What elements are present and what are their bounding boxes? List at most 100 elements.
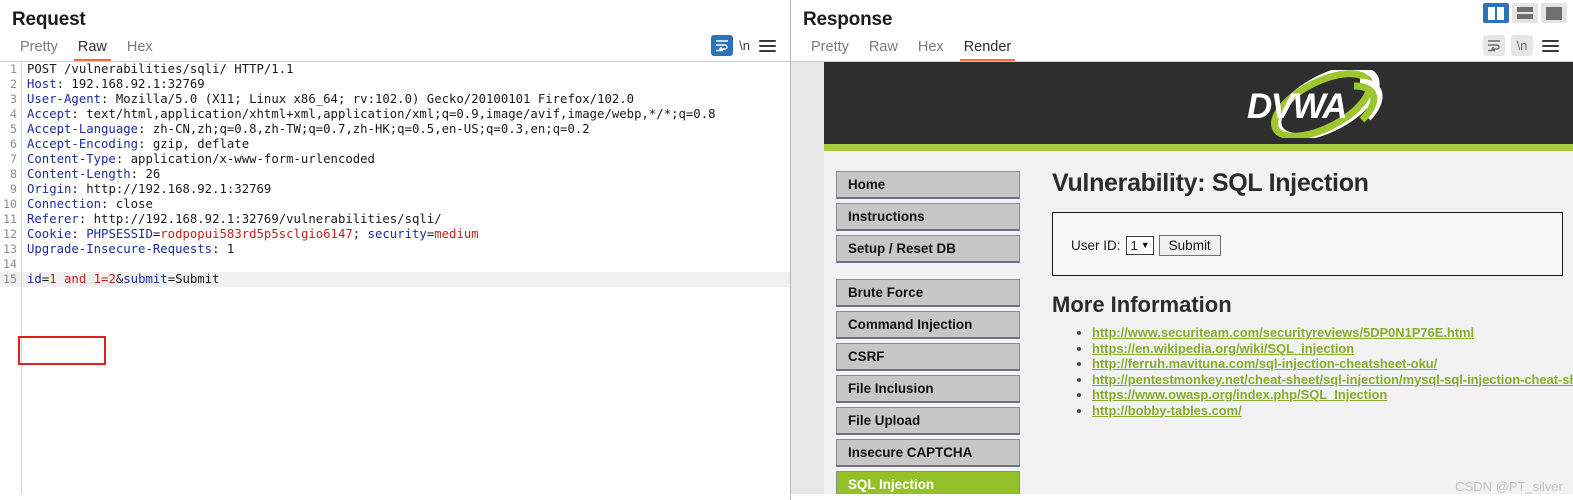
- line-text: Connection: close: [27, 197, 153, 211]
- line-text: Content-Type: application/x-www-form-url…: [27, 152, 375, 166]
- burp-repeater-window: Request Pretty Raw Hex \n 1 POST /vulner…: [0, 0, 1573, 500]
- code-line: 13 Upgrade-Insecure-Requests: 1: [0, 242, 790, 257]
- sidebar-item-home[interactable]: Home: [836, 171, 1020, 199]
- list-item: https://en.wikipedia.org/wiki/SQL_inject…: [1092, 341, 1573, 357]
- dvwa-header-banner: DVWA: [824, 62, 1573, 144]
- user-id-select[interactable]: 1 ▼: [1125, 236, 1154, 255]
- user-id-label: User ID:: [1071, 238, 1121, 253]
- response-tab-pretty[interactable]: Pretty: [801, 39, 859, 61]
- sidebar-item-command-injection[interactable]: Command Injection: [836, 311, 1020, 339]
- line-text: Accept-Encoding: gzip, deflate: [27, 137, 250, 151]
- sidebar-item-setup-reset-db[interactable]: Setup / Reset DB: [836, 235, 1020, 263]
- line-number: 8: [10, 167, 17, 181]
- line-number: 5: [10, 122, 17, 136]
- code-line: 11 Referer: http://192.168.92.1:32769/vul…: [0, 212, 790, 227]
- response-tabbar: Pretty Raw Hex Render \n: [791, 31, 1573, 61]
- line-number: 6: [10, 137, 17, 151]
- list-item: https://www.owasp.org/index.php/SQL_Inje…: [1092, 387, 1573, 403]
- dvwa-menu-group-vulns: Brute Force Command Injection CSRF File Inc…: [836, 279, 1020, 494]
- layout-button-group: [1483, 3, 1567, 23]
- line-text: Origin: http://192.168.92.1:32769: [27, 182, 272, 196]
- sql-injection-form-box: User ID: 1 ▼ Submit: [1052, 212, 1563, 276]
- request-tab-pretty[interactable]: Pretty: [10, 39, 68, 61]
- line-text: id=1 and 1=2&submit=Submit: [27, 272, 220, 286]
- line-number: 2: [10, 77, 17, 91]
- line-number: 13: [3, 242, 17, 256]
- line-text: Cookie: PHPSESSID=rodpopui583rd5p5sclgio…: [27, 227, 479, 241]
- line-number: 1: [10, 62, 17, 76]
- request-pane: Request Pretty Raw Hex \n 1 POST /vulner…: [0, 0, 791, 500]
- sidebar-item-label: Home: [848, 177, 886, 192]
- hamburger-bars: [758, 39, 776, 52]
- dvwa-accent-bar: [824, 144, 1573, 151]
- response-tab-render[interactable]: Render: [954, 39, 1022, 61]
- line-text: Upgrade-Insecure-Requests: 1: [27, 242, 235, 256]
- sidebar-item-label: Setup / Reset DB: [848, 241, 956, 256]
- sidebar-item-file-upload[interactable]: File Upload: [836, 407, 1020, 435]
- line-number: 15: [3, 272, 17, 286]
- response-tab-hex[interactable]: Hex: [908, 39, 954, 61]
- word-wrap-icon[interactable]: [1483, 35, 1505, 56]
- code-line: 14: [0, 257, 790, 272]
- reference-link[interactable]: http://pentestmonkey.net/cheat-sheet/sql…: [1092, 372, 1573, 387]
- reference-link[interactable]: http://bobby-tables.com/: [1092, 403, 1242, 418]
- sidebar-item-brute-force[interactable]: Brute Force: [836, 279, 1020, 307]
- code-line: 6 Accept-Encoding: gzip, deflate: [0, 137, 790, 152]
- newline-toggle-icon[interactable]: \n: [1511, 35, 1533, 56]
- request-tool-group: \n: [711, 35, 790, 61]
- list-item: http://ferruh.mavituna.com/sql-injection…: [1092, 356, 1573, 372]
- list-item: http://www.securiteam.com/securityreview…: [1092, 325, 1573, 341]
- dvwa-menu-group-main: Home Instructions Setup / Reset DB: [836, 171, 1020, 263]
- line-number: 7: [10, 152, 17, 166]
- more-information-heading: More Information: [1052, 292, 1232, 317]
- reference-link[interactable]: http://ferruh.mavituna.com/sql-injection…: [1092, 356, 1437, 371]
- request-tab-raw[interactable]: Raw: [68, 39, 117, 61]
- user-id-select-value: 1: [1130, 238, 1138, 253]
- sidebar-item-csrf[interactable]: CSRF: [836, 343, 1020, 371]
- layout-horizontal-split-icon[interactable]: [1512, 3, 1538, 23]
- hamburger-menu-icon[interactable]: [756, 35, 778, 56]
- line-number: 9: [10, 182, 17, 196]
- sidebar-item-label: SQL Injection: [848, 477, 935, 492]
- sidebar-item-sql-injection[interactable]: SQL Injection: [836, 471, 1020, 494]
- sidebar-item-insecure-captcha[interactable]: Insecure CAPTCHA: [836, 439, 1020, 467]
- code-line: 9 Origin: http://192.168.92.1:32769: [0, 182, 790, 197]
- sidebar-item-file-inclusion[interactable]: File Inclusion: [836, 375, 1020, 403]
- submit-button[interactable]: Submit: [1158, 235, 1221, 256]
- code-line: 2 Host: 192.168.92.1:32769: [0, 77, 790, 92]
- response-header: Response Pretty Raw Hex Render \n: [791, 0, 1573, 62]
- more-information-link-list: http://www.securiteam.com/securityreview…: [1052, 325, 1573, 418]
- list-item: http://bobby-tables.com/: [1092, 403, 1573, 419]
- dvwa-main-content: Vulnerability: SQL Injection User ID: 1 …: [1032, 151, 1573, 494]
- line-number: 3: [10, 92, 17, 106]
- sidebar-item-instructions[interactable]: Instructions: [836, 203, 1020, 231]
- red-highlight-box: [18, 336, 106, 365]
- sidebar-item-label: Instructions: [848, 209, 925, 224]
- reference-link[interactable]: https://www.owasp.org/index.php/SQL_Inje…: [1092, 387, 1387, 402]
- newline-label: \n: [1516, 38, 1528, 53]
- chevron-down-icon: ▼: [1140, 240, 1150, 250]
- request-tab-hex[interactable]: Hex: [117, 39, 163, 61]
- code-line: 4 Accept: text/html,application/xhtml+xml…: [0, 107, 790, 122]
- line-number: 4: [10, 107, 17, 121]
- code-line: 15 id=1 and 1=2&submit=Submit: [0, 272, 790, 287]
- line-number: 10: [3, 197, 17, 211]
- code-line: 12 Cookie: PHPSESSID=rodpopui583rd5p5sclg…: [0, 227, 790, 242]
- line-text: Accept-Language: zh-CN,zh;q=0.8,zh-TW;q=…: [27, 122, 590, 136]
- response-tab-raw[interactable]: Raw: [859, 39, 908, 61]
- request-line-list: 1 POST /vulnerabilities/sqli/ HTTP/1.1 2 Ho…: [0, 62, 790, 287]
- word-wrap-icon[interactable]: [711, 35, 734, 56]
- layout-single-pane-icon[interactable]: [1541, 3, 1567, 23]
- reference-link[interactable]: https://en.wikipedia.org/wiki/SQL_inject…: [1092, 341, 1354, 356]
- code-line: 5 Accept-Language: zh-CN,zh;q=0.8,zh-TW;q…: [0, 122, 790, 137]
- hamburger-bars: [1541, 39, 1559, 52]
- request-code-editor[interactable]: 1 POST /vulnerabilities/sqli/ HTTP/1.1 2 Ho…: [0, 62, 790, 494]
- reference-link[interactable]: http://www.securiteam.com/securityreview…: [1092, 325, 1474, 340]
- layout-vertical-split-icon[interactable]: [1483, 3, 1509, 23]
- hamburger-menu-icon[interactable]: [1539, 35, 1561, 56]
- sidebar-item-label: File Upload: [848, 413, 921, 428]
- user-id-form-row: User ID: 1 ▼ Submit: [1071, 235, 1562, 256]
- request-tabbar: Pretty Raw Hex \n: [0, 31, 790, 61]
- newline-toggle-icon[interactable]: \n: [739, 38, 750, 53]
- sidebar-item-label: Insecure CAPTCHA: [848, 445, 973, 460]
